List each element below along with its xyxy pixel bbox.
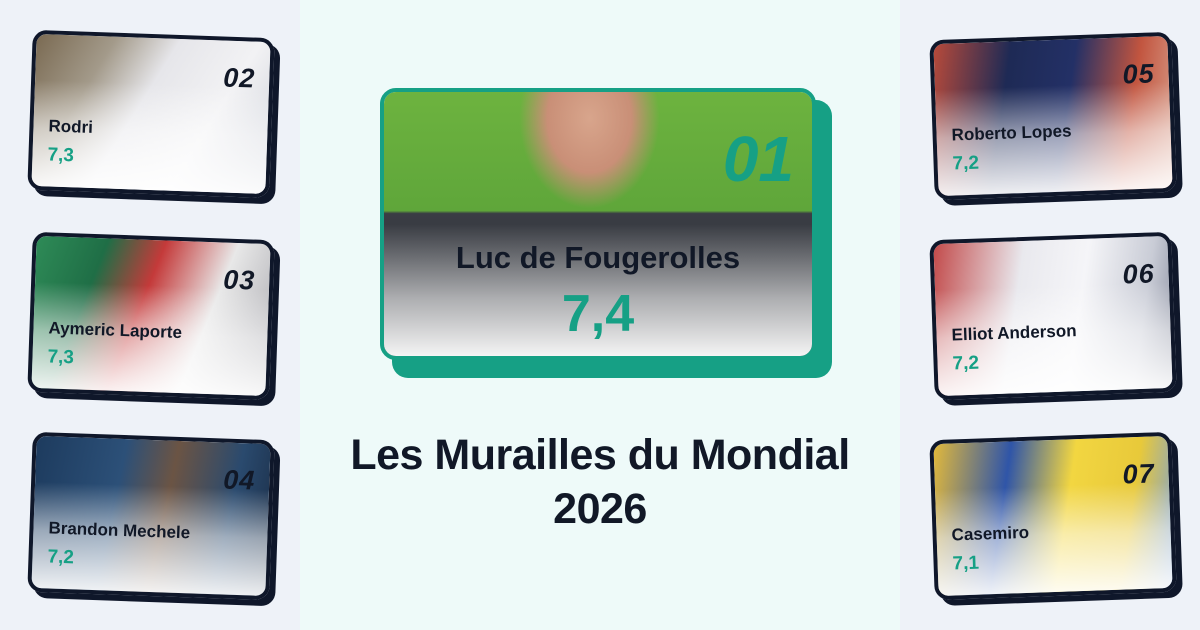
player-rank: 07: [1122, 458, 1156, 490]
player-score: 7,1: [952, 552, 980, 575]
player-card-04[interactable]: 04 Brandon Mechele 7,2: [27, 431, 275, 601]
player-rank: 03: [222, 264, 256, 296]
page-title: Les Murailles du Mondial 2026: [300, 428, 900, 536]
player-score: 7,2: [47, 546, 75, 569]
featured-name: Luc de Fougerolles: [455, 240, 741, 275]
featured-score: 7,4: [561, 285, 635, 343]
player-score: 7,3: [47, 346, 75, 369]
title-line-2: 2026: [553, 485, 647, 533]
player-name: Casemiro: [951, 522, 1030, 545]
player-rank: 02: [222, 62, 256, 94]
player-card-05[interactable]: 05 Roberto Lopes 7,2: [929, 31, 1177, 201]
featured-rank: 01: [722, 123, 794, 195]
player-card-06[interactable]: 06 Elliot Anderson 7,2: [929, 231, 1177, 401]
player-name: Roberto Lopes: [951, 121, 1072, 145]
player-score: 7,2: [952, 352, 980, 375]
player-rank: 05: [1122, 58, 1156, 90]
player-score: 7,2: [952, 152, 980, 175]
player-card-03[interactable]: 03 Aymeric Laporte 7,3: [27, 231, 275, 401]
player-name: Rodri: [48, 116, 94, 137]
player-card-02[interactable]: 02 Rodri 7,3: [27, 29, 275, 199]
player-rank: 06: [1122, 258, 1156, 290]
featured-player-card[interactable]: 01 Luc de Fougerolles 7,4: [380, 88, 816, 360]
player-score: 7,3: [47, 144, 75, 167]
player-rank: 04: [222, 464, 256, 496]
player-card-07[interactable]: 07 Casemiro 7,1: [929, 431, 1177, 601]
title-line-1: Les Murailles du Mondial: [350, 431, 850, 479]
